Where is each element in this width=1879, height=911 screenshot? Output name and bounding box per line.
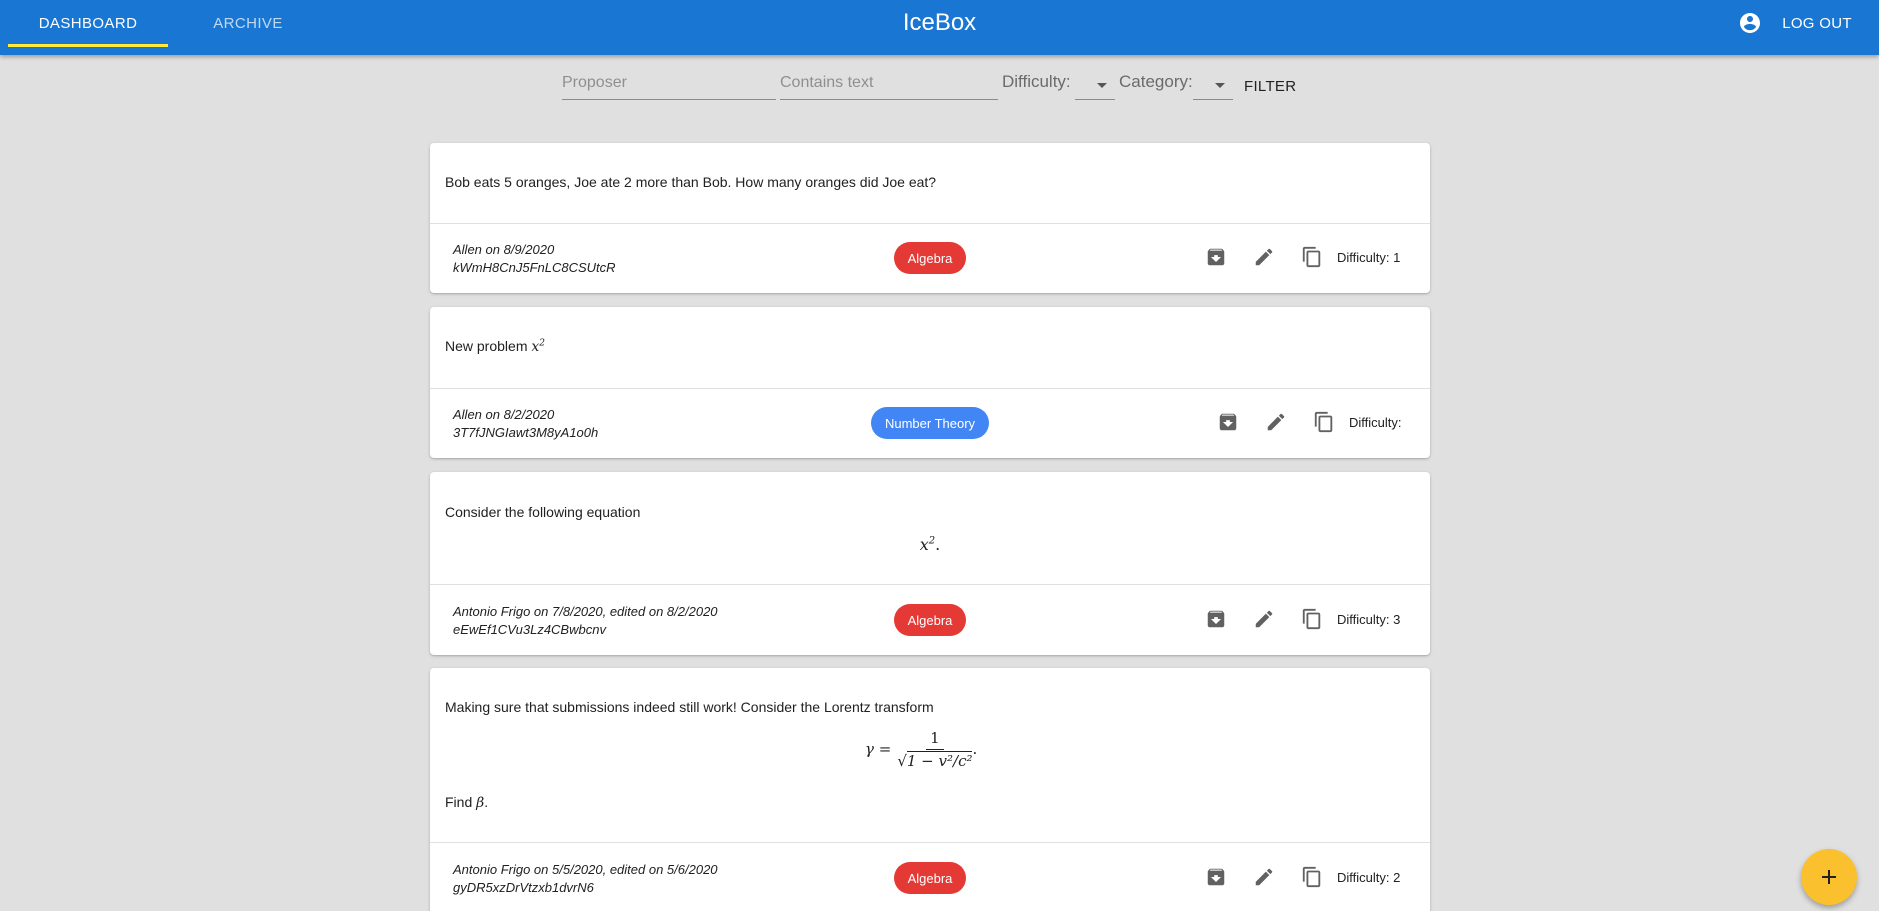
app-bar: DASHBOARD ARCHIVE IceBox LOG OUT (0, 0, 1879, 55)
problem-id: 3T7fJNGIawt3M8yA1o0h (453, 425, 599, 440)
problem-card: Consider the following equation x2. Anto… (430, 472, 1430, 655)
edit-icon[interactable] (1250, 243, 1278, 271)
proposer-input[interactable] (562, 70, 776, 100)
difficulty-label: Difficulty: (1002, 72, 1071, 91)
archive-icon[interactable] (1202, 605, 1230, 633)
problem-card: Making sure that submissions indeed stil… (430, 668, 1430, 911)
problem-footer: Antonio Frigo on 7/8/2020, edited on 8/2… (430, 585, 1430, 655)
category-select[interactable] (1193, 70, 1233, 100)
edit-icon[interactable] (1250, 863, 1278, 891)
problem-id: gyDR5xzDrVtzxb1dvrN6 (453, 880, 594, 895)
problem-body: Making sure that submissions indeed stil… (430, 668, 1430, 843)
app-title: IceBox (902, 9, 977, 36)
dropdown-arrow-icon (1215, 83, 1225, 88)
problem-footer: Allen on 8/2/2020 3T7fJNGIawt3M8yA1o0h N… (430, 388, 1430, 458)
filter-button[interactable]: FILTER (1238, 70, 1302, 102)
category-chip[interactable]: Number Theory (871, 407, 989, 439)
category-chip[interactable]: Algebra (894, 862, 966, 894)
difficulty-value: Difficulty: 2 (1337, 870, 1401, 885)
inline-math: x2 (531, 338, 546, 355)
problem-author: Allen on 8/2/2020 (453, 407, 555, 422)
dropdown-arrow-icon (1097, 83, 1107, 88)
add-problem-button[interactable] (1801, 849, 1857, 905)
category-chip[interactable]: Algebra (894, 604, 966, 636)
edit-icon[interactable] (1262, 408, 1290, 436)
archive-icon[interactable] (1202, 243, 1230, 271)
add-icon (1822, 870, 1836, 884)
problem-body: New problem x2 (430, 307, 1430, 389)
problem-text: Bob eats 5 oranges, Joe ate 2 more than … (445, 174, 937, 190)
content-copy-icon[interactable] (1298, 863, 1326, 891)
archive-icon[interactable] (1202, 863, 1230, 891)
problem-body: Bob eats 5 oranges, Joe ate 2 more than … (430, 143, 1430, 224)
problem-text: Making sure that submissions indeed stil… (445, 699, 934, 715)
archive-icon[interactable] (1214, 408, 1242, 436)
contains-text-input[interactable] (780, 70, 998, 100)
problem-id: kWmH8CnJ5FnLC8CSUtcR (453, 260, 616, 275)
content-copy-icon[interactable] (1298, 243, 1326, 271)
difficulty-value: Difficulty: (1349, 415, 1402, 430)
category-label: Category: (1119, 72, 1193, 91)
problem-text-label: New problem (445, 338, 528, 354)
problem-text: New problem x2 (445, 338, 545, 355)
filter-bar: Difficulty: Category: FILTER (0, 64, 1879, 104)
problem-author: Antonio Frigo on 5/5/2020, edited on 5/6… (453, 862, 718, 877)
problem-author: Antonio Frigo on 7/8/2020, edited on 8/2… (453, 604, 718, 619)
problem-author: Allen on 8/9/2020 (453, 242, 555, 257)
display-math: x2. (919, 535, 941, 554)
display-math: γ = 1 √1 − v²/c² . (865, 728, 978, 770)
edit-icon[interactable] (1250, 605, 1278, 633)
category-chip[interactable]: Algebra (894, 242, 966, 274)
problem-card: New problem x2 Allen on 8/2/2020 3T7fJNG… (430, 307, 1430, 458)
problem-footer: Allen on 8/9/2020 kWmH8CnJ5FnLC8CSUtcR A… (430, 223, 1430, 293)
problem-text: Consider the following equation (445, 504, 641, 520)
logout-button[interactable]: LOG OUT (1772, 9, 1862, 37)
active-tab-indicator (8, 44, 168, 47)
problem-id: eEwEf1CVu3Lz4CBwbcnv (453, 622, 606, 637)
account-circle-icon[interactable] (1738, 11, 1762, 35)
problem-body: Consider the following equation x2. (430, 472, 1430, 585)
difficulty-value: Difficulty: 1 (1337, 250, 1401, 265)
content-copy-icon[interactable] (1310, 408, 1338, 436)
problem-footer: Antonio Frigo on 5/5/2020, edited on 5/6… (430, 843, 1430, 911)
problem-card: Bob eats 5 oranges, Joe ate 2 more than … (430, 143, 1430, 293)
problem-question: Find β. (445, 794, 489, 811)
content-copy-icon[interactable] (1298, 605, 1326, 633)
difficulty-value: Difficulty: 3 (1337, 612, 1401, 627)
difficulty-select[interactable] (1075, 70, 1115, 100)
